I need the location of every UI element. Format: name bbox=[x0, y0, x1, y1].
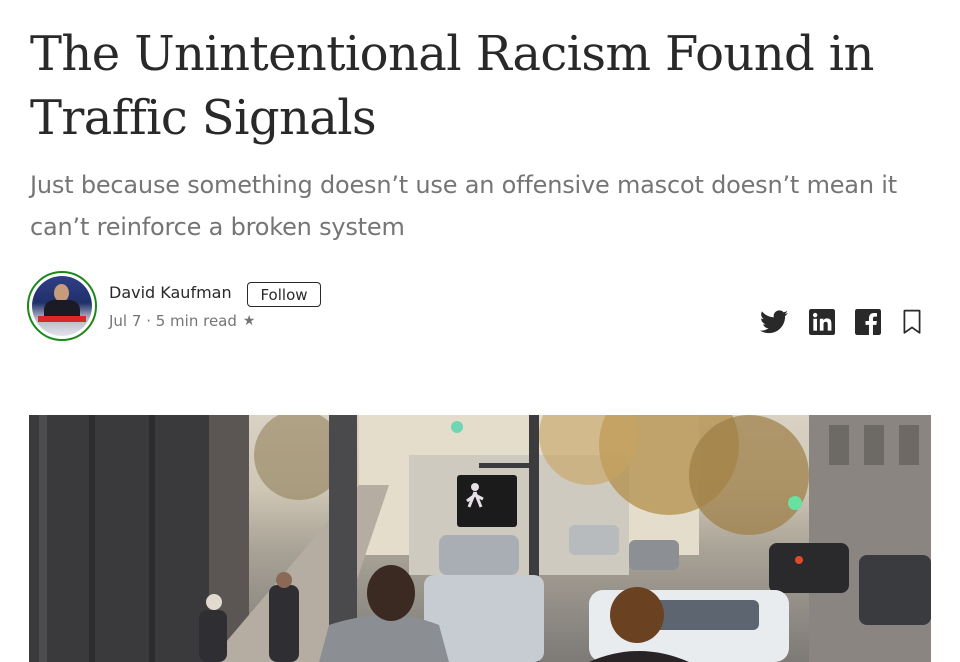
linkedin-icon[interactable] bbox=[808, 308, 836, 336]
article-title: The Unintentional Racism Found in Traffi… bbox=[30, 26, 874, 146]
member-star-icon: ★ bbox=[242, 313, 256, 329]
publish-date[interactable]: Jul 7 bbox=[109, 312, 141, 330]
article-meta: Jul 7 · 5 min read ★ bbox=[109, 312, 255, 330]
author-name[interactable]: David Kaufman bbox=[109, 283, 232, 302]
read-time: 5 min read bbox=[155, 312, 237, 330]
follow-button[interactable]: Follow bbox=[247, 282, 321, 307]
author-avatar[interactable] bbox=[27, 271, 97, 341]
article-subtitle: Just because something doesn’t use an of… bbox=[30, 171, 897, 241]
twitter-icon[interactable] bbox=[760, 308, 788, 336]
avatar-photo bbox=[32, 276, 92, 336]
facebook-icon[interactable] bbox=[854, 308, 882, 336]
hero-image bbox=[29, 415, 931, 662]
bookmark-icon[interactable] bbox=[898, 308, 926, 336]
meta-separator: · bbox=[141, 312, 156, 330]
